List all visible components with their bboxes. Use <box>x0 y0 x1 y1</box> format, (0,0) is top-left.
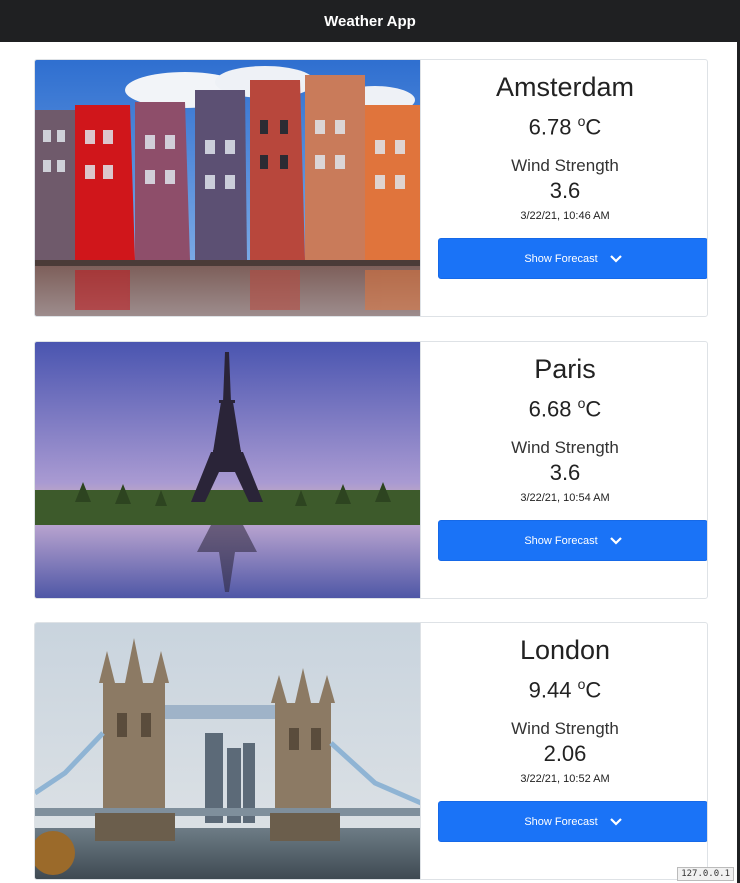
temperature-value: 9.44 <box>528 677 572 703</box>
chevron-down-icon <box>609 817 622 826</box>
show-forecast-label: Show Forecast <box>524 815 598 828</box>
weather-info-london: London 9.44 oC Wind Strength 2.06 3/22/2… <box>421 623 707 879</box>
app-title: Weather App <box>324 12 416 30</box>
temperature-unit: C <box>585 396 602 422</box>
temperature: 6.68 oC <box>421 395 707 422</box>
weather-info-paris: Paris 6.68 oC Wind Strength 3.6 3/22/21,… <box>421 342 707 598</box>
show-forecast-button[interactable]: Show Forecast <box>438 520 707 561</box>
temperature: 6.78 oC <box>421 113 707 140</box>
temperature-value: 6.68 <box>528 396 572 422</box>
wind-strength-value: 3.6 <box>549 178 581 203</box>
temperature: 9.44 oC <box>421 676 707 703</box>
city-photo-london <box>35 623 421 879</box>
show-forecast-button[interactable]: Show Forecast <box>438 238 707 279</box>
city-card-london: London 9.44 oC Wind Strength 2.06 3/22/2… <box>34 622 708 880</box>
city-name: Amsterdam <box>495 72 635 102</box>
temperature-value: 6.78 <box>528 114 572 140</box>
timestamp: 3/22/21, 10:52 AM <box>520 773 610 785</box>
show-forecast-label: Show Forecast <box>524 252 598 265</box>
wind-strength-value: 2.06 <box>543 741 587 766</box>
weather-info-amsterdam: Amsterdam 6.78 oC Wind Strength 3.6 3/22… <box>421 60 707 316</box>
city-name: London <box>519 635 611 665</box>
timestamp: 3/22/21, 10:46 AM <box>520 210 610 222</box>
city-photo-paris <box>35 342 421 598</box>
chevron-down-icon <box>609 536 622 545</box>
city-name: Paris <box>534 354 596 384</box>
wind-strength-label: Wind Strength <box>511 438 619 457</box>
city-card-paris: Paris 6.68 oC Wind Strength 3.6 3/22/21,… <box>34 341 708 599</box>
app-header: Weather App <box>0 0 740 42</box>
wind-strength-value: 3.6 <box>549 460 581 485</box>
city-photo-amsterdam <box>35 60 421 316</box>
temperature-unit: C <box>585 677 602 703</box>
wind-strength-label: Wind Strength <box>511 719 619 738</box>
show-forecast-button[interactable]: Show Forecast <box>438 801 707 842</box>
chevron-down-icon <box>609 254 622 263</box>
timestamp: 3/22/21, 10:54 AM <box>520 492 610 504</box>
show-forecast-label: Show Forecast <box>524 534 598 547</box>
host-label: 127.0.0.1 <box>677 867 734 881</box>
wind-strength-label: Wind Strength <box>511 156 619 175</box>
temperature-unit: C <box>585 114 602 140</box>
city-card-amsterdam: Amsterdam 6.78 oC Wind Strength 3.6 3/22… <box>34 59 708 317</box>
